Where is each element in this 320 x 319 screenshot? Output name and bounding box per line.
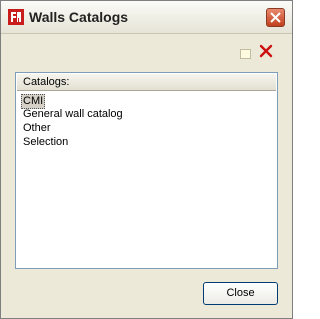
walls-catalogs-dialog: Walls Catalogs Catalogs: CMI General wal… (0, 0, 293, 319)
new-item-icon[interactable] (240, 46, 251, 59)
title-bar[interactable]: Walls Catalogs (1, 1, 292, 34)
window-close-button[interactable] (266, 8, 285, 27)
list-item[interactable]: Other (21, 122, 53, 135)
app-logo-icon (8, 9, 24, 25)
list-item[interactable]: General wall catalog (21, 108, 125, 121)
close-icon (270, 12, 281, 23)
delete-x-icon[interactable] (259, 44, 273, 58)
list-item[interactable]: Selection (21, 136, 70, 149)
window-title: Walls Catalogs (29, 9, 129, 25)
catalogs-column-header[interactable]: Catalogs: (17, 74, 276, 91)
catalogs-list[interactable]: Catalogs: CMI General wall catalog Other… (15, 72, 278, 269)
list-item[interactable]: CMI (21, 94, 46, 109)
close-button[interactable]: Close (203, 282, 278, 305)
